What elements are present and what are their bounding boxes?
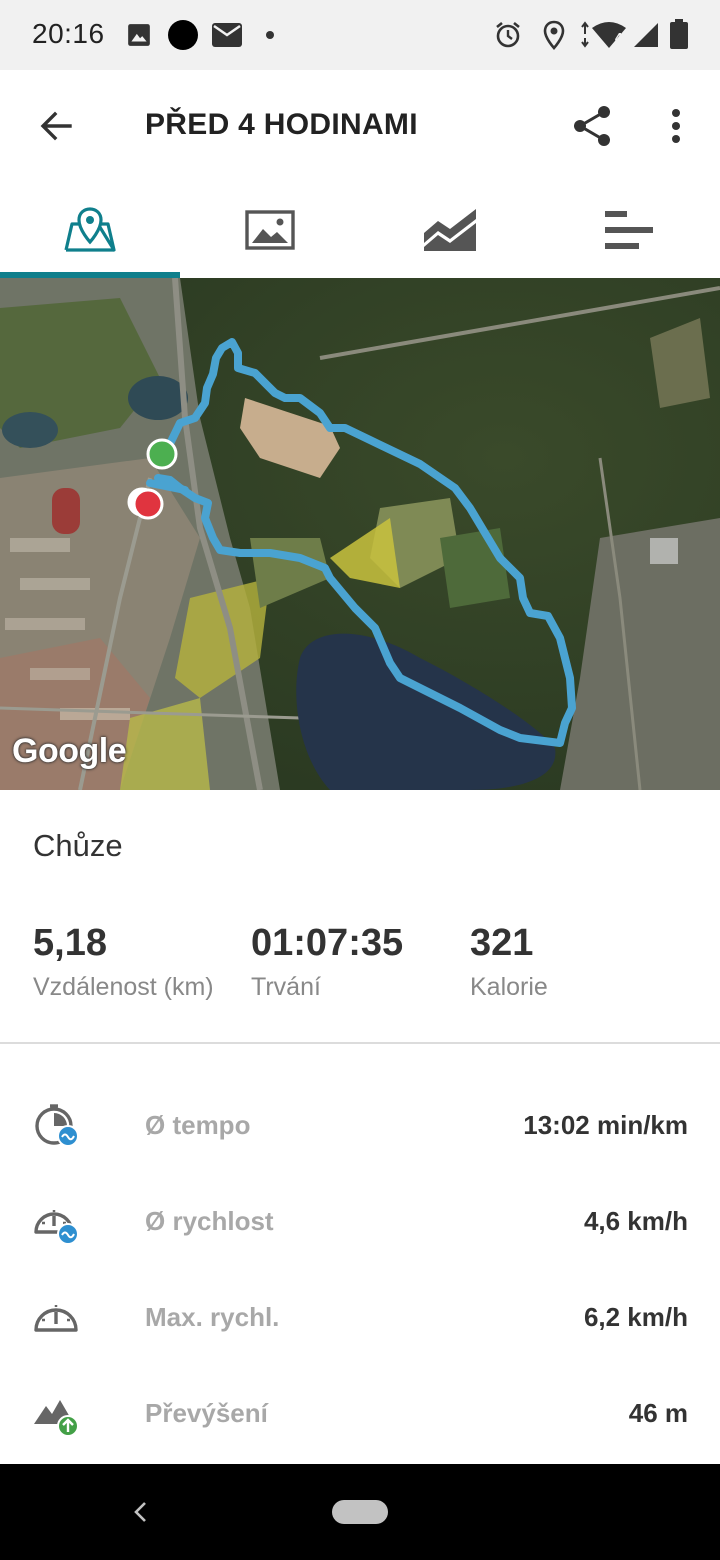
back-button[interactable] [28,98,84,154]
battery-icon [670,19,688,49]
map-pin-icon [64,207,116,252]
stat-value: 4,6 km/h [583,1206,688,1236]
duration-metric: 01:07:35 Trvání [251,922,403,1002]
stat-label: Ø tempo [145,1110,251,1140]
stat-value: 13:02 min/km [523,1110,688,1140]
image-icon [128,24,150,46]
chart-icon [424,209,476,251]
page-title: PŘED 4 HODINAMI [145,108,418,141]
stat-row-pace: Ø tempo 13:02 min/km [0,1078,720,1174]
nav-back-button[interactable] [124,1492,156,1532]
divider [0,1042,720,1044]
duration-value: 01:07:35 [251,922,404,964]
tab-charts[interactable] [360,182,540,278]
activity-type: Chůze [33,828,123,863]
alarm-icon [496,21,520,48]
stat-label: Převýšení [145,1398,268,1428]
status-bar: 20:16 4 [0,0,720,70]
distance-metric: 5,18 Vzdálenost (km) [33,922,214,1002]
chevron-left-icon [134,1502,146,1522]
calories-metric: 321 Kalorie [470,922,548,1002]
satellite-map [0,278,720,790]
start-marker[interactable] [146,438,178,470]
arrow-back-icon [40,111,72,141]
dot-icon [266,31,274,39]
stat-value: 46 m [628,1398,688,1428]
map-view[interactable]: Google [0,278,720,790]
tab-bar [0,182,720,278]
mail-icon [212,23,242,47]
tab-map[interactable] [0,182,180,278]
speed-avg-icon [34,1210,79,1245]
distance-label: Vzdálenost (km) [33,973,214,1001]
wifi-badge: 4 [615,30,623,45]
calories-label: Kalorie [470,973,548,1001]
system-nav-bar [0,1464,720,1560]
stats-list: Ø tempo 13:02 min/km Ø rychlost 4,6 km/h… [0,1078,720,1462]
app-bar: PŘED 4 HODINAMI [0,70,720,182]
more-vert-icon [672,109,680,143]
speed-max-icon [34,1305,78,1332]
image-icon [245,210,295,250]
stat-row-avg-speed: Ø rychlost 4,6 km/h [0,1174,720,1270]
stat-row-elevation: Převýšení 46 m [0,1366,720,1462]
distance-value: 5,18 [33,922,107,964]
more-options-button[interactable] [652,100,700,152]
stat-label: Ø rychlost [145,1206,274,1236]
elevation-icon [34,1400,79,1437]
location-icon [543,20,565,50]
signal-icon [634,23,658,47]
stat-label: Max. rychl. [145,1302,280,1332]
tab-details[interactable] [540,182,720,278]
bars-icon [605,211,653,249]
share-button[interactable] [566,100,618,152]
calories-value: 321 [470,922,534,964]
nav-home-button[interactable] [332,1500,388,1524]
end-marker[interactable] [132,488,164,520]
summary-metrics: 5,18 Vzdálenost (km) 01:07:35 Trvání 321… [0,922,720,1022]
share-icon [574,106,610,146]
pace-icon [35,1104,79,1147]
google-attribution: Google [12,732,127,770]
circle-icon [168,20,198,50]
stat-value: 6,2 km/h [583,1302,688,1332]
status-time: 20:16 [32,18,105,49]
stat-row-max-speed: Max. rychl. 6,2 km/h [0,1270,720,1366]
tab-photos[interactable] [180,182,360,278]
duration-label: Trvání [251,973,321,1001]
